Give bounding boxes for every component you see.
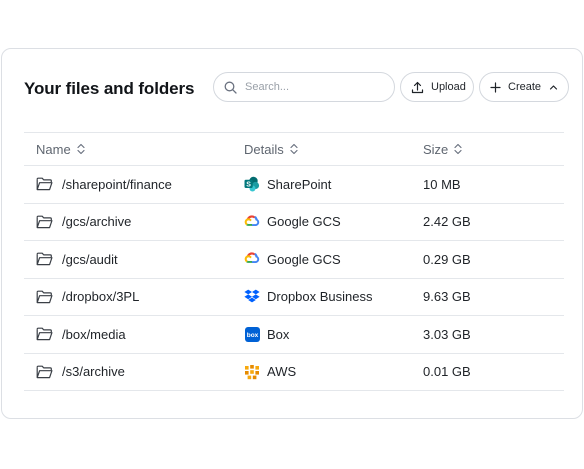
sort-icon [77, 143, 85, 155]
aws-s3-icon [244, 364, 260, 380]
upload-label: Upload [431, 81, 466, 93]
svg-text:box: box [246, 332, 258, 339]
upload-button[interactable]: Upload [400, 72, 474, 102]
service-name: AWS [267, 364, 297, 380]
table-header: Name Details Size [24, 133, 564, 166]
search-icon [224, 81, 237, 94]
service-name: Dropbox Business [267, 289, 373, 305]
box-icon: box [244, 326, 260, 342]
table-row[interactable]: /dropbox/3PL Dropbox Business 9.63 GB [24, 279, 564, 316]
service-name: SharePoint [267, 176, 332, 192]
google-cloud-icon [244, 214, 260, 230]
folder-icon [36, 290, 53, 304]
column-header-name[interactable]: Name [36, 142, 85, 157]
file-path: /dropbox/3PL [62, 289, 140, 305]
file-path: /gcs/audit [62, 251, 118, 267]
file-size: 10 MB [423, 176, 461, 192]
file-size: 2.42 GB [423, 214, 471, 230]
create-button[interactable]: Create [479, 72, 569, 102]
sort-icon [290, 143, 298, 155]
folder-icon [36, 365, 53, 379]
file-size: 3.03 GB [423, 326, 471, 342]
folder-icon [36, 327, 53, 341]
column-header-size[interactable]: Size [423, 142, 462, 157]
page-title: Your files and folders [24, 79, 195, 98]
google-cloud-icon [244, 251, 260, 267]
column-header-details[interactable]: Details [244, 142, 298, 157]
dropbox-icon [244, 289, 260, 305]
sort-icon [454, 143, 462, 155]
file-size: 9.63 GB [423, 289, 471, 305]
chevron-up-icon [549, 83, 558, 92]
folder-icon [36, 215, 53, 229]
file-size: 0.29 GB [423, 251, 471, 267]
service-name: Google GCS [267, 214, 341, 230]
table-row[interactable]: /sharepoint/finance S SharePoint 10 MB [24, 166, 564, 204]
create-label: Create [508, 81, 542, 93]
files-panel: Your files and folders Upload Create Nam… [1, 48, 583, 419]
column-label: Size [423, 141, 449, 157]
upload-icon [411, 81, 424, 94]
search-input[interactable] [245, 81, 385, 93]
file-path: /sharepoint/finance [62, 176, 172, 192]
table-row[interactable]: /box/media box Box 3.03 GB [24, 316, 564, 354]
svg-text:S: S [246, 182, 251, 189]
files-table: Name Details Size /sharepoint/finance S … [24, 132, 564, 391]
folder-icon [36, 177, 53, 191]
file-path: /s3/archive [62, 364, 125, 380]
file-path: /box/media [62, 326, 126, 342]
folder-icon [36, 252, 53, 266]
table-row[interactable]: /gcs/audit Google GCS 0.29 GB [24, 241, 564, 279]
sharepoint-icon: S [244, 176, 260, 192]
table-row[interactable]: /s3/archive AWS 0.01 GB [24, 354, 564, 391]
column-label: Name [36, 141, 71, 157]
table-row[interactable]: /gcs/archive Google GCS 2.42 GB [24, 204, 564, 241]
service-name: Google GCS [267, 251, 341, 267]
service-name: Box [267, 326, 290, 342]
file-path: /gcs/archive [62, 214, 132, 230]
search-box[interactable] [213, 72, 395, 102]
file-size: 0.01 GB [423, 364, 471, 380]
column-label: Details [244, 141, 284, 157]
plus-icon [490, 81, 501, 93]
